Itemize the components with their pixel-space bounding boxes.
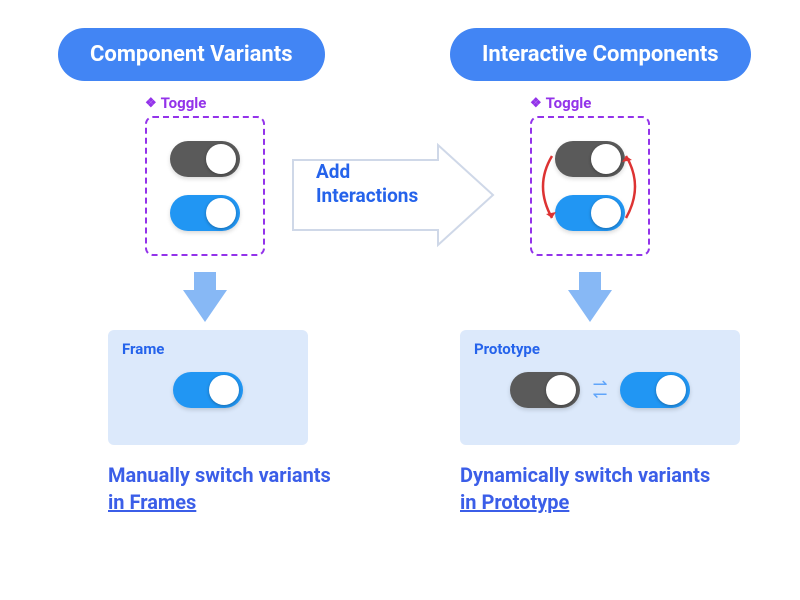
variant-box-left bbox=[145, 116, 265, 256]
toggle-on bbox=[620, 372, 690, 408]
toggle-on bbox=[170, 195, 240, 231]
toggle-label-text: Toggle bbox=[546, 94, 592, 112]
down-arrow-icon bbox=[568, 290, 612, 322]
caption-right: Dynamically switch variants in Prototype bbox=[460, 462, 710, 516]
caption-left: Manually switch variants in Frames bbox=[108, 462, 331, 516]
pill-component-variants: Component Variants bbox=[58, 28, 325, 81]
caption-line: Manually switch variants bbox=[108, 462, 331, 489]
frame-label: Frame bbox=[122, 340, 294, 358]
prototype-result-box: Prototype ⇀↽ bbox=[460, 330, 740, 445]
toggle-on bbox=[555, 195, 625, 231]
toggle-label-text: Toggle bbox=[161, 94, 207, 112]
caption-underline: in Prototype bbox=[460, 490, 569, 514]
add-interactions-line1: Add bbox=[316, 160, 418, 184]
add-interactions-line2: Interactions bbox=[316, 184, 418, 208]
add-interactions-label: Add Interactions bbox=[316, 160, 418, 208]
prototype-label: Prototype bbox=[474, 340, 726, 358]
toggle-label-left: ❖ Toggle bbox=[145, 94, 206, 112]
variant-box-right bbox=[530, 116, 650, 256]
caption-underline: in Frames bbox=[108, 490, 196, 514]
swap-arrows-icon: ⇀↽ bbox=[592, 380, 607, 400]
toggle-label-right: ❖ Toggle bbox=[530, 94, 591, 112]
toggle-off bbox=[170, 141, 240, 177]
diamond-icon: ❖ bbox=[145, 96, 157, 111]
toggle-off bbox=[555, 141, 625, 177]
diamond-icon: ❖ bbox=[530, 96, 542, 111]
frame-result-box: Frame bbox=[108, 330, 308, 445]
pill-interactive-components: Interactive Components bbox=[450, 28, 751, 81]
down-arrow-icon bbox=[183, 290, 227, 322]
caption-line: Dynamically switch variants bbox=[460, 462, 710, 489]
toggle-on bbox=[173, 372, 243, 408]
toggle-off bbox=[510, 372, 580, 408]
